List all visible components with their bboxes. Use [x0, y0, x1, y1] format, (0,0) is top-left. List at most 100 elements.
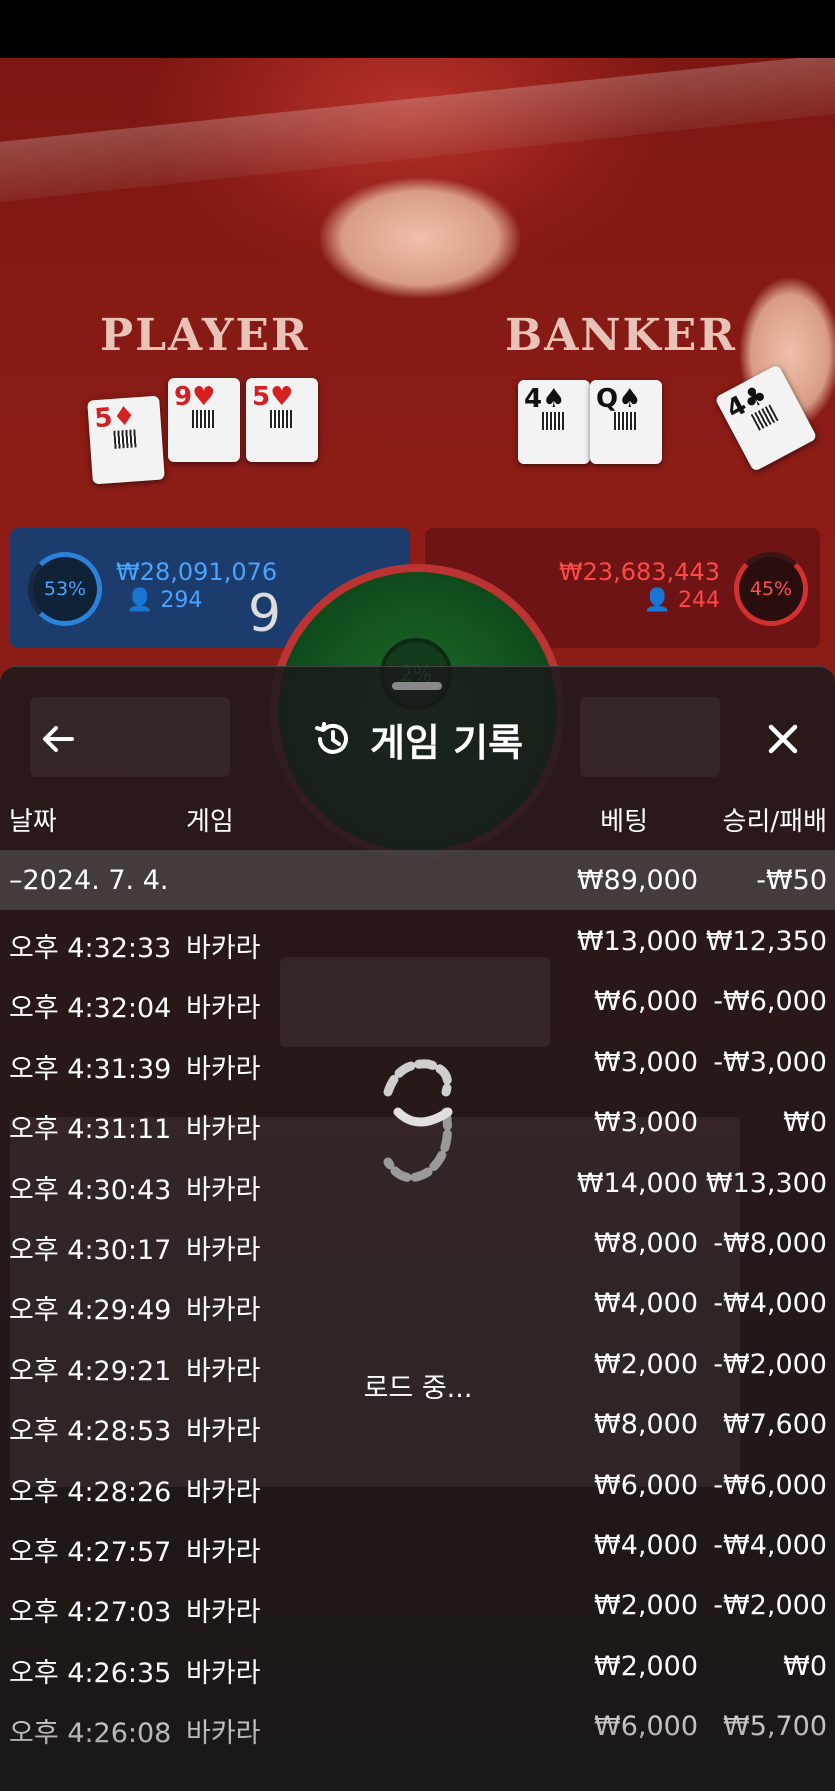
history-row[interactable]: 오후 4:29:49 바카라 ₩4,000 -₩4,000 — [0, 1272, 835, 1332]
row-result: ₩12,350 — [705, 926, 827, 957]
history-row[interactable]: 오후 4:30:17 바카라 ₩8,000 -₩8,000 — [0, 1212, 835, 1272]
banker-percent: 45% — [749, 578, 793, 600]
row-time: 오후 4:26:35 — [9, 1657, 172, 1689]
row-game: 바카라 — [186, 1114, 261, 1146]
row-game: 바카라 — [186, 1053, 261, 1085]
row-result: ₩5,700 — [723, 1711, 827, 1743]
sheet-header: 게임 기록 — [0, 695, 835, 775]
history-row[interactable]: 오후 4:32:04 바카라 ₩6,000 -₩6,000 — [0, 970, 835, 1030]
banker-bettor-count: 👤 244 — [643, 588, 720, 613]
row-time: 오후 4:30:17 — [9, 1234, 172, 1266]
card-rank: 5♥ — [252, 382, 294, 412]
player-score: 9 — [248, 584, 282, 644]
history-row[interactable]: 오후 4:32:33 바카라 ₩13,000 ₩12,350 — [0, 910, 835, 970]
history-list: 오후 4:32:33 바카라 ₩13,000 ₩12,350 오후 4:32:04 바카라… — [0, 910, 835, 1755]
history-column-headers: 날짜 게임 베팅 승리/패배 — [0, 795, 835, 837]
row-bet: ₩2,000 — [594, 1650, 698, 1682]
card-rank: 9♥ — [174, 382, 216, 412]
row-bet: ₩2,000 — [594, 1348, 698, 1380]
row-bet: ₩6,000 — [594, 1711, 698, 1743]
date-group-bet: ₩89,000 — [576, 865, 698, 896]
row-result: ₩7,600 — [723, 1409, 827, 1441]
history-icon — [314, 722, 348, 754]
row-bet: ₩6,000 — [594, 986, 698, 1018]
row-game: 바카라 — [186, 1416, 261, 1448]
row-game: 바카라 — [186, 1234, 261, 1266]
sheet-drag-handle[interactable] — [392, 682, 442, 690]
close-icon — [768, 724, 798, 754]
player-total-bet: ₩28,091,076 — [116, 558, 278, 586]
card-rank: 4♠ — [524, 384, 566, 414]
row-result: ₩0 — [783, 1107, 827, 1139]
row-bet: ₩2,000 — [594, 1590, 698, 1622]
row-bet: ₩13,000 — [576, 926, 698, 957]
history-row[interactable]: 오후 4:27:57 바카라 ₩4,000 -₩4,000 — [0, 1514, 835, 1574]
column-game: 게임 — [186, 807, 234, 837]
history-row[interactable]: 오후 4:28:26 바카라 ₩6,000 -₩6,000 — [0, 1454, 835, 1514]
row-game: 바카라 — [186, 1355, 261, 1387]
felt-banker-label: BANKER — [505, 310, 737, 361]
history-row[interactable]: 오후 4:26:08 바카라 ₩6,000 ₩5,700 — [0, 1695, 835, 1755]
row-bet: ₩8,000 — [594, 1409, 698, 1441]
row-time: 오후 4:29:49 — [9, 1295, 172, 1327]
history-row[interactable]: 오후 4:27:03 바카라 ₩2,000 -₩2,000 — [0, 1574, 835, 1634]
row-time: 오후 4:30:43 — [9, 1174, 172, 1206]
date-group-row[interactable]: –2024. 7. 4. ₩89,000 -₩50 — [0, 850, 835, 910]
sheet-title-group: 게임 기록 — [0, 711, 835, 767]
row-bet: ₩14,000 — [576, 1167, 698, 1199]
history-row[interactable]: 오후 4:26:35 바카라 ₩2,000 ₩0 — [0, 1635, 835, 1695]
row-result: -₩2,000 — [713, 1590, 827, 1622]
row-time: 오후 4:32:04 — [9, 993, 172, 1025]
row-time: 오후 4:29:21 — [9, 1355, 172, 1387]
date-group-date: –2024. 7. 4. — [9, 865, 169, 896]
row-time: 오후 4:31:11 — [9, 1114, 172, 1146]
playing-card: 5♦ — [87, 395, 165, 485]
row-bet: ₩4,000 — [594, 1288, 698, 1320]
playing-card: 4♠ — [518, 380, 590, 464]
player-percent-ring: 53% — [28, 552, 102, 626]
card-rank: Q♠ — [596, 384, 642, 414]
row-time: 오후 4:28:26 — [9, 1476, 172, 1508]
user-icon: 👤 — [643, 588, 671, 613]
row-game: 바카라 — [186, 1295, 261, 1327]
row-game: 바카라 — [186, 1476, 261, 1508]
row-result: -₩2,000 — [713, 1348, 827, 1380]
row-time: 오후 4:27:03 — [9, 1597, 172, 1629]
playing-card: Q♠ — [590, 380, 662, 464]
row-time: 오후 4:32:33 — [9, 933, 172, 964]
row-time: 오후 4:27:57 — [9, 1536, 172, 1568]
dealer-hand-left — [320, 178, 520, 298]
banker-total-bet: ₩23,683,443 — [558, 558, 720, 586]
loading-text: 로드 중... — [363, 1373, 473, 1404]
row-result: -₩8,000 — [713, 1227, 827, 1259]
row-result: -₩4,000 — [713, 1288, 827, 1320]
date-group-result: -₩50 — [756, 865, 827, 896]
card-barcode — [192, 410, 214, 428]
row-game: 바카라 — [186, 993, 261, 1025]
sheet-title: 게임 기록 — [369, 720, 524, 765]
card-rank: 5♦ — [93, 401, 137, 435]
row-bet: ₩3,000 — [594, 1107, 698, 1139]
game-history-sheet: 게임 기록 날짜 게임 베팅 승리/패배 –2024. 7. 4. ₩89,00… — [0, 666, 835, 1791]
row-bet: ₩4,000 — [594, 1529, 698, 1561]
card-barcode — [542, 412, 564, 430]
row-bet: ₩8,000 — [594, 1227, 698, 1259]
card-barcode — [614, 412, 636, 430]
user-icon: 👤 — [126, 588, 154, 613]
playing-card: 9♥ — [168, 378, 240, 462]
player-percent: 53% — [43, 578, 87, 600]
row-game: 바카라 — [186, 933, 261, 964]
card-barcode — [270, 410, 292, 428]
player-bettor-count: 👤 294 — [126, 588, 203, 613]
close-button[interactable] — [755, 711, 811, 767]
row-result: -₩3,000 — [713, 1046, 827, 1078]
row-game: 바카라 — [186, 1597, 261, 1629]
row-game: 바카라 — [186, 1718, 261, 1750]
row-bet: ₩3,000 — [594, 1046, 698, 1078]
row-bet: ₩6,000 — [594, 1469, 698, 1501]
row-result: -₩6,000 — [713, 1469, 827, 1501]
column-result: 승리/패배 — [722, 807, 827, 837]
row-result: ₩13,300 — [705, 1167, 827, 1199]
row-result: -₩6,000 — [713, 986, 827, 1018]
row-game: 바카라 — [186, 1536, 261, 1568]
